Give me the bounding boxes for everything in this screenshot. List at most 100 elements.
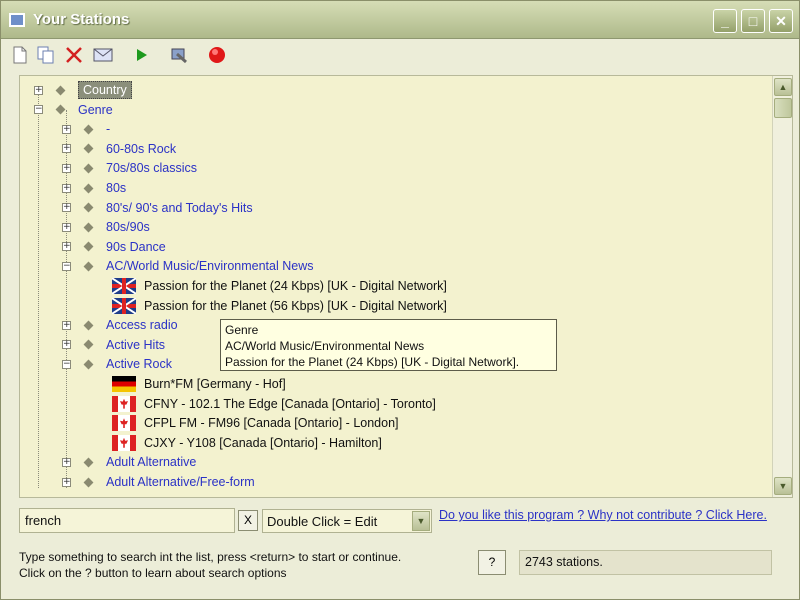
collapse-icon[interactable]: −	[62, 261, 71, 271]
node-bullet-icon	[83, 359, 94, 370]
minimize-button[interactable]: _	[713, 9, 737, 33]
expand-icon[interactable]: +	[62, 163, 71, 173]
uk-flag-icon	[112, 278, 136, 294]
expand-icon[interactable]: +	[62, 222, 71, 232]
expand-icon[interactable]: +	[62, 242, 71, 252]
email-icon[interactable]	[92, 44, 114, 66]
tree-node-label[interactable]: 80s/90s	[106, 220, 150, 234]
new-icon[interactable]	[9, 44, 31, 66]
tree-node-label[interactable]: -	[106, 122, 110, 136]
station-tree[interactable]: + Country − Genre + - +60-80s Rock +70s/80s cla…	[19, 75, 793, 498]
toolbar	[1, 39, 799, 71]
collapse-icon[interactable]: −	[62, 359, 71, 369]
close-button[interactable]: ✕	[769, 9, 793, 33]
tree-node-label[interactable]: Access radio	[106, 318, 178, 332]
tree-node[interactable]: + Adult Alternative	[62, 452, 196, 472]
window-icon	[9, 13, 25, 27]
tree-node[interactable]: − Genre	[34, 100, 113, 120]
tree-node[interactable]: − Active Rock	[62, 354, 172, 374]
expand-icon[interactable]: +	[62, 183, 71, 193]
play-icon[interactable]	[131, 44, 153, 66]
tree-node[interactable]: +70s/80s classics	[62, 158, 197, 178]
tree-node-label[interactable]: Country	[78, 81, 132, 99]
tree-node[interactable]: − AC/World Music/Environmental News	[62, 256, 313, 276]
copy-icon[interactable]	[35, 44, 57, 66]
station-item[interactable]: Passion for the Planet (24 Kbps) [UK - D…	[112, 276, 447, 296]
tree-node[interactable]: + Access radio	[62, 315, 178, 335]
tree-node-label[interactable]: 80's/ 90's and Today's Hits	[106, 201, 253, 215]
node-bullet-icon	[83, 457, 94, 468]
node-bullet-icon	[83, 222, 94, 233]
tree-node-label[interactable]: Adult Alternative	[106, 455, 196, 469]
expand-icon[interactable]: +	[62, 144, 71, 154]
station-tooltip: Genre AC/World Music/Environmental News …	[220, 319, 557, 371]
tree-connector-line	[38, 90, 39, 488]
tree-node[interactable]: +80's/ 90's and Today's Hits	[62, 198, 253, 218]
tree-node[interactable]: +90s Dance	[62, 237, 166, 257]
tree-node[interactable]: +80s	[62, 178, 126, 198]
tree-node-label[interactable]: 90s Dance	[106, 240, 166, 254]
search-input[interactable]	[19, 508, 235, 533]
expand-icon[interactable]: +	[62, 320, 71, 330]
tree-node-label[interactable]: 80s	[106, 181, 126, 195]
tree-node-label[interactable]: AC/World Music/Environmental News	[106, 259, 313, 273]
tree-node-label[interactable]: Active Hits	[106, 338, 165, 352]
node-bullet-icon	[55, 104, 66, 115]
tree-node-label[interactable]: Adult Alternative/Free-form	[106, 475, 255, 489]
station-label[interactable]: Passion for the Planet (56 Kbps) [UK - D…	[144, 299, 447, 313]
tree-node-label[interactable]: 60-80s Rock	[106, 142, 176, 156]
help-line-2: Click on the ? button to learn about sea…	[19, 566, 287, 580]
expand-icon[interactable]: +	[62, 203, 71, 213]
contribute-link[interactable]: Do you like this program ? Why not contr…	[439, 508, 767, 522]
node-bullet-icon	[83, 261, 94, 272]
tree-node-label[interactable]: Genre	[78, 103, 113, 117]
station-item[interactable]: CJXY - Y108 [Canada [Ontario] - Hamilton…	[112, 433, 382, 453]
node-bullet-icon	[83, 241, 94, 252]
tree-node[interactable]: + Active Hits	[62, 335, 165, 355]
scroll-up-button[interactable]: ▲	[774, 78, 792, 96]
node-bullet-icon	[83, 143, 94, 154]
delete-icon[interactable]	[63, 44, 85, 66]
collapse-icon[interactable]: −	[34, 105, 43, 115]
expand-icon[interactable]: +	[62, 340, 71, 350]
tree-node[interactable]: +80s/90s	[62, 217, 150, 237]
station-label[interactable]: CFPL FM - FM96 [Canada [Ontario] - Londo…	[144, 416, 399, 430]
help-line-1: Type something to search int the list, p…	[19, 550, 402, 564]
record-icon[interactable]	[206, 44, 228, 66]
tree-node[interactable]: + Country	[34, 80, 132, 100]
tree-node-label[interactable]: 70s/80s classics	[106, 161, 197, 175]
tools-icon[interactable]	[168, 44, 190, 66]
tree-scrollbar[interactable]: ▲ ▼	[772, 76, 792, 497]
station-label[interactable]: CJXY - Y108 [Canada [Ontario] - Hamilton…	[144, 436, 382, 450]
expand-icon[interactable]: +	[34, 85, 43, 95]
station-item[interactable]: Burn*FM [Germany - Hof]	[112, 374, 286, 394]
tree-node-label[interactable]: Active Rock	[106, 357, 172, 371]
expand-icon[interactable]: +	[62, 457, 71, 467]
title-bar[interactable]: Your Stations _ □ ✕	[1, 1, 799, 39]
tree-node[interactable]: + Adult Alternative/Free-form	[62, 472, 255, 492]
station-label[interactable]: CFNY - 102.1 The Edge [Canada [Ontario] …	[144, 397, 436, 411]
maximize-button[interactable]: □	[741, 9, 765, 33]
uk-flag-icon	[112, 297, 136, 314]
station-item[interactable]: Passion for the Planet (56 Kbps) [UK - D…	[112, 296, 447, 316]
de-flag-icon	[112, 376, 136, 392]
scroll-thumb[interactable]	[774, 98, 792, 118]
station-label[interactable]: Burn*FM [Germany - Hof]	[144, 377, 286, 391]
tree-node[interactable]: + -	[62, 119, 110, 139]
scroll-down-button[interactable]: ▼	[774, 477, 792, 495]
station-count-status: 2743 stations.	[519, 550, 772, 575]
chevron-down-icon[interactable]: ▼	[412, 511, 430, 531]
click-mode-select[interactable]: Double Click = Edit ▼	[262, 509, 432, 533]
tree-node[interactable]: +60-80s Rock	[62, 139, 176, 159]
ca-flag-icon	[112, 395, 136, 412]
tooltip-line: Genre	[225, 323, 259, 337]
search-help-button[interactable]: ?	[478, 550, 506, 575]
station-label[interactable]: Passion for the Planet (24 Kbps) [UK - D…	[144, 279, 447, 293]
main-window: Your Stations _ □ ✕ + Country − Genre + - +60-…	[0, 0, 800, 600]
station-item[interactable]: CFPL FM - FM96 [Canada [Ontario] - Londo…	[112, 413, 399, 433]
ca-flag-icon	[112, 415, 136, 432]
station-item[interactable]: CFNY - 102.1 The Edge [Canada [Ontario] …	[112, 394, 436, 414]
expand-icon[interactable]: +	[62, 124, 71, 134]
clear-search-button[interactable]: X	[238, 510, 258, 531]
expand-icon[interactable]: +	[62, 477, 71, 487]
